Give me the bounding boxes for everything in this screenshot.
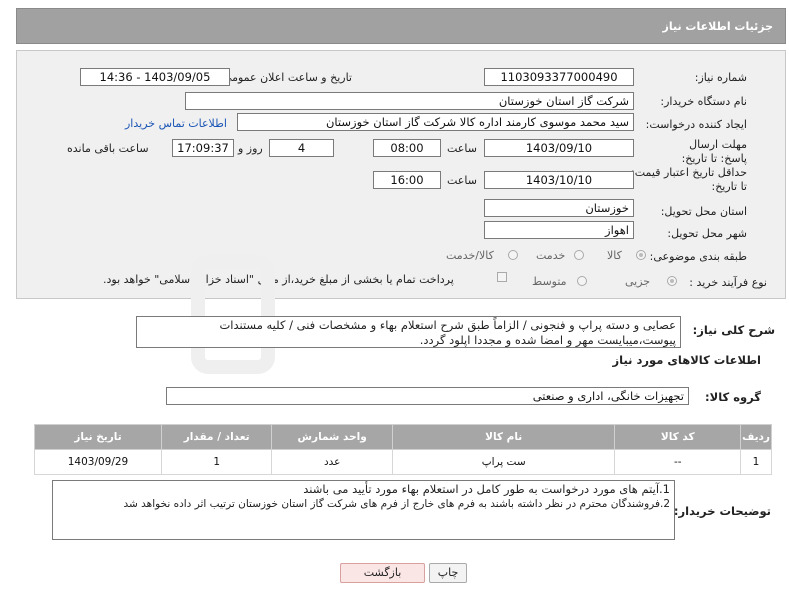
validity-label: حداقل تاریخ اعتبار قیمت: تا تاریخ: (631, 166, 747, 193)
category-option-goods-service: کالا/خدمت (446, 249, 494, 262)
col-goods-name: نام کالا (391, 424, 616, 450)
buyer-notes-field: 1.آیتم های مورد درخواست به طور کامل در ا… (52, 480, 675, 540)
reply-time-label: ساعت (447, 142, 477, 155)
creator-label: ایجاد کننده درخواست: (645, 118, 747, 131)
page-title: جزئیات اطلاعات نیاز (662, 20, 774, 33)
category-radio-goods[interactable] (636, 250, 646, 260)
process-radio-medium[interactable] (577, 276, 587, 286)
col-row-number: ردیف (740, 424, 772, 450)
days-field: 4 (269, 139, 334, 157)
validity-date-field: 1403/10/10 (484, 171, 634, 189)
category-radio-service[interactable] (574, 250, 584, 260)
province-field: خوزستان (484, 199, 634, 217)
goods-table: ردیف کد کالا نام کالا واحد شمارش تعداد /… (34, 424, 772, 475)
col-goods-code: کد کالا (614, 424, 742, 450)
buyer-org-field: شرکت گاز استان خوزستان (185, 92, 634, 110)
reply-deadline-label: مهلت ارسال پاسخ: تا تاریخ: (681, 138, 747, 165)
goods-info-title: اطلاعات کالاهای مورد نیاز (612, 353, 761, 367)
process-option-medium: متوسط (532, 275, 567, 288)
validity-time-field: 16:00 (373, 171, 441, 189)
category-label: طبقه بندی موضوعی: (649, 250, 747, 263)
cell-quantity: 1 (160, 449, 273, 475)
cell-unit: عدد (271, 449, 393, 475)
days-label: روز و (238, 142, 263, 155)
validity-time-label: ساعت (447, 174, 477, 187)
buyer-notes-label: توضیحات خریدار: (673, 504, 771, 518)
goods-table-header: ردیف کد کالا نام کالا واحد شمارش تعداد /… (34, 424, 772, 450)
buyer-notes-line1: 1.آیتم های مورد درخواست به طور کامل در ا… (303, 482, 670, 496)
reply-time-field: 08:00 (373, 139, 441, 157)
category-radio-goods-service[interactable] (508, 250, 518, 260)
creator-field: سید محمد موسوی کارمند اداره کالا شرکت گا… (237, 113, 634, 131)
cell-row-number: 1 (740, 449, 772, 475)
remaining-label: ساعت باقی مانده (67, 142, 149, 155)
treasury-payment-note: پرداخت تمام یا بخشی از مبلغ خرید،از محل … (103, 273, 454, 286)
treasury-payment-checkbox[interactable] (497, 272, 507, 282)
col-unit: واحد شمارش (271, 424, 393, 450)
process-label: نوع فرآیند خرید : (689, 276, 767, 289)
process-radio-minor[interactable] (667, 276, 677, 286)
general-description-field: عصایی و دسته پراپ و فنجونی / الزاماً طبق… (136, 316, 681, 348)
province-label: استان محل تحویل: (660, 205, 747, 218)
general-description-line1: عصایی و دسته پراپ و فنجونی / الزاماً طبق… (219, 318, 676, 332)
goods-group-label: گروه کالا: (705, 390, 761, 404)
goods-group-field: تجهیزات خانگی، اداری و صنعتی (166, 387, 689, 405)
announce-datetime-field: 1403/09/05 - 14:36 (80, 68, 230, 86)
page-header: جزئیات اطلاعات نیاز (16, 8, 786, 44)
process-option-minor: جزیی (625, 275, 651, 288)
category-option-service: خدمت (536, 249, 566, 262)
cell-need-date: 1403/09/29 (34, 449, 162, 475)
general-description-label: شرح کلی نیاز: (692, 323, 775, 337)
reply-date-field: 1403/09/10 (484, 139, 634, 157)
city-label: شهر محل تحویل: (667, 227, 747, 240)
need-number-label: شماره نیاز: (694, 71, 747, 84)
buyer-contact-link[interactable]: اطلاعات تماس خریدار (125, 117, 227, 130)
print-button[interactable]: چاپ (429, 563, 467, 583)
city-field: اهواز (484, 221, 634, 239)
back-button[interactable]: بازگشت (340, 563, 425, 583)
general-description-line2: پیوست،میبایست مهر و امضا شده و مجددا اپل… (419, 333, 676, 347)
buyer-org-label: نام دستگاه خریدار: (660, 95, 747, 108)
buyer-notes-line2: 2.فروشندگان محترم در نظر داشته باشند به … (123, 498, 670, 510)
cell-goods-code: -- (614, 449, 742, 475)
col-need-date: تاریخ نیاز (34, 424, 162, 450)
need-number-field: 1103093377000490 (484, 68, 634, 86)
category-option-goods: کالا (607, 249, 622, 262)
announce-label: تاریخ و ساعت اعلان عمومی: (219, 71, 352, 84)
remaining-time-field: 17:09:37 (172, 139, 234, 157)
cell-goods-name: ست پراپ (391, 449, 616, 475)
col-quantity: تعداد / مقدار (160, 424, 273, 450)
table-row: 1 -- ست پراپ عدد 1 1403/09/29 (34, 449, 772, 475)
